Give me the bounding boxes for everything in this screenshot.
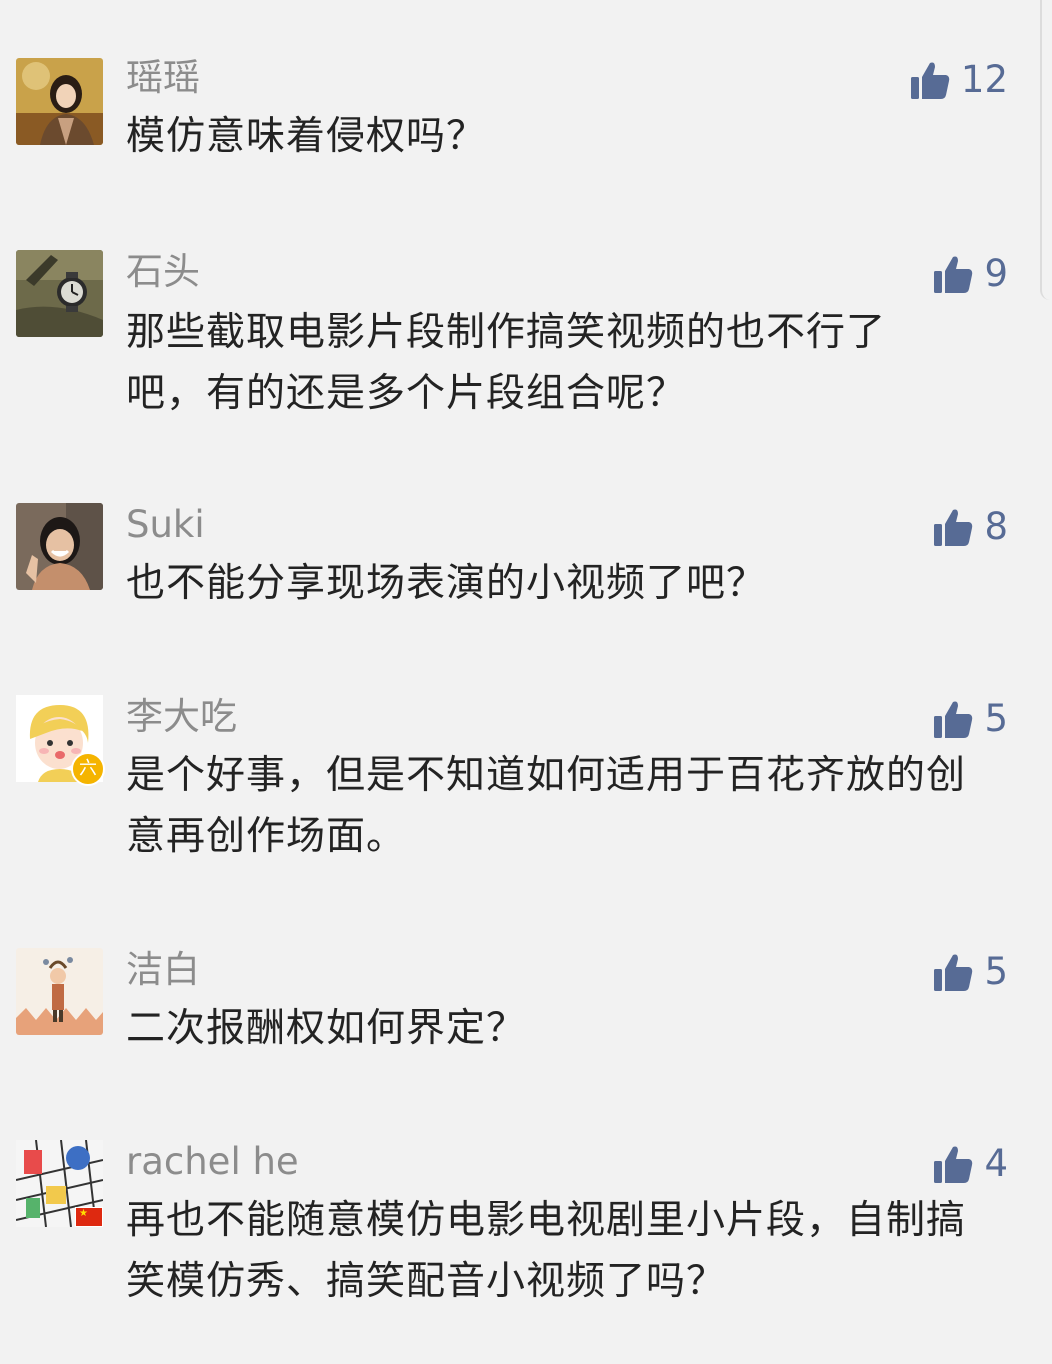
comment-item: Suki 也不能分享现场表演的小视频了吧？ 8 (0, 503, 1052, 643)
like-button[interactable]: 5 (932, 697, 1008, 741)
thumbs-up-icon (932, 506, 974, 548)
avatar[interactable] (16, 58, 103, 145)
comment-list: 瑶瑶 模仿意味着侵权吗？ 12 石头 那些截取电影片段制作搞笑视频的也不行了吧，… (0, 0, 1052, 1364)
like-button[interactable]: 9 (932, 252, 1008, 296)
badge: 六 (71, 752, 105, 786)
like-button[interactable]: 8 (932, 505, 1008, 549)
username[interactable]: 石头 (126, 252, 200, 292)
avatar[interactable] (16, 250, 103, 337)
like-button[interactable]: 4 (932, 1142, 1008, 1186)
avatar[interactable] (16, 948, 103, 1035)
comment-text: 二次报酬权如何界定？ (126, 1006, 527, 1051)
avatar[interactable] (16, 503, 103, 590)
comment-item: 洁白 二次报酬权如何界定？ 5 (0, 948, 1052, 1088)
thumbs-up-icon (932, 253, 974, 295)
thumbs-up-icon (932, 698, 974, 740)
like-count: 5 (984, 697, 1008, 740)
avatar[interactable]: ★ (16, 1140, 103, 1227)
username[interactable]: 李大吃 (126, 697, 237, 737)
comment-text: 是个好事，但是不知道如何适用于百花齐放的创意再创作场面。 (126, 753, 967, 859)
comment-text: 再也不能随意模仿电影电视剧里小片段，自制搞笑模仿秀、搞笑配音小视频了吗？ (126, 1198, 967, 1304)
comment-item: 瑶瑶 模仿意味着侵权吗？ 12 (0, 58, 1052, 218)
scrollbar[interactable] (1040, 0, 1052, 300)
avatar[interactable]: 六 (16, 695, 105, 786)
comment-item: 石头 那些截取电影片段制作搞笑视频的也不行了吧，有的还是多个片段组合呢？ 9 (0, 250, 1052, 450)
like-count: 9 (984, 252, 1008, 295)
username[interactable]: Suki (126, 505, 205, 545)
china-flag-icon: ★ (75, 1207, 103, 1227)
like-button[interactable]: 5 (932, 950, 1008, 994)
like-count: 5 (984, 950, 1008, 993)
like-button[interactable]: 12 (909, 58, 1008, 102)
comment-text: 也不能分享现场表演的小视频了吧？ (126, 561, 767, 606)
thumbs-up-icon (932, 1143, 974, 1185)
username[interactable]: rachel he (126, 1142, 299, 1182)
comment-item: ★ rachel he 再也不能随意模仿电影电视剧里小片段，自制搞笑模仿秀、搞笑… (0, 1140, 1052, 1340)
comment-text: 那些截取电影片段制作搞笑视频的也不行了吧，有的还是多个片段组合呢？ (126, 310, 887, 416)
thumbs-up-icon (909, 59, 951, 101)
like-count: 8 (984, 505, 1008, 548)
username[interactable]: 洁白 (126, 950, 200, 990)
username[interactable]: 瑶瑶 (126, 58, 200, 98)
like-count: 4 (984, 1142, 1008, 1185)
comment-item: 六 李大吃 是个好事，但是不知道如何适用于百花齐放的创意再创作场面。 5 (0, 695, 1052, 895)
like-count: 12 (960, 58, 1008, 101)
thumbs-up-icon (932, 951, 974, 993)
comment-text: 模仿意味着侵权吗？ (126, 114, 487, 159)
